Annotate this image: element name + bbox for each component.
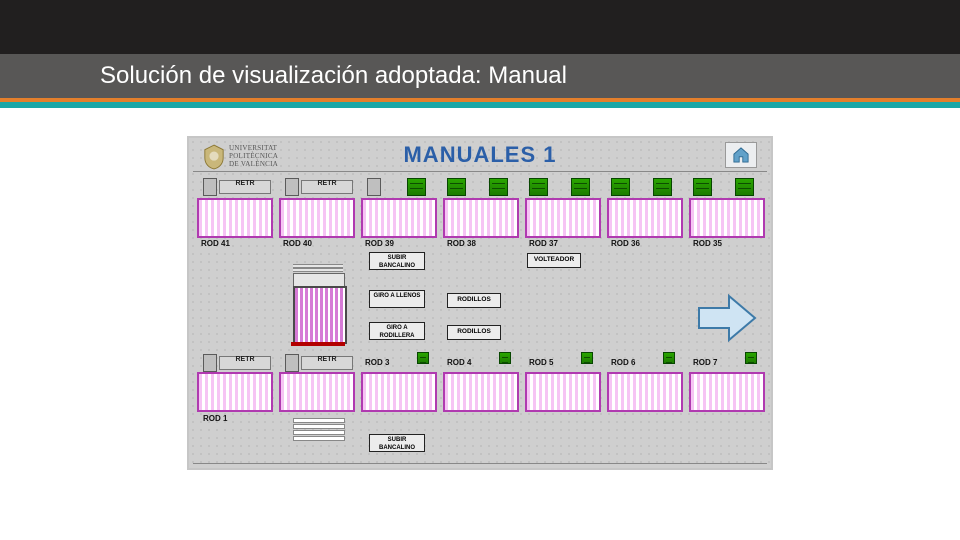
rodillos-button[interactable]: RODILLOS (447, 293, 501, 308)
giro-llenos-button[interactable]: GIRO A LLENOS (369, 290, 425, 308)
rod-label: ROD 5 (529, 358, 553, 367)
rack (689, 198, 765, 238)
sensor-green (489, 178, 508, 196)
rack (525, 372, 601, 412)
sensor-grey (203, 354, 217, 372)
rack (689, 372, 765, 412)
rod-label: ROD 1 (203, 414, 227, 423)
sensor-green (499, 352, 511, 364)
cage (293, 286, 347, 344)
sensor-green (693, 178, 712, 196)
retr-button[interactable]: RETR (219, 356, 271, 370)
sensor-green (735, 178, 754, 196)
sensor-green (447, 178, 466, 196)
giro-rodillera-button[interactable]: GIRO A RODILLERA (369, 322, 425, 340)
rack (197, 372, 273, 412)
sensor-grey (367, 178, 381, 196)
slide-title-band: Solución de visualización adoptada: Manu… (0, 54, 960, 98)
rod-label: ROD 41 (201, 239, 230, 248)
rod-label: ROD 3 (365, 358, 389, 367)
rack (279, 372, 355, 412)
hmi-title: MANUALES 1 (189, 142, 771, 168)
retr-button[interactable]: RETR (219, 180, 271, 194)
header-separator (193, 171, 767, 172)
sensor-green (529, 178, 548, 196)
rack (443, 198, 519, 238)
subir-bancalino-button[interactable]: SUBIR BANCALINO (369, 434, 425, 452)
sensor-green (663, 352, 675, 364)
rod-label: ROD 6 (611, 358, 635, 367)
home-button[interactable] (725, 142, 757, 168)
rack (443, 372, 519, 412)
volteador-button[interactable]: VOLTEADOR (527, 253, 581, 268)
slot (293, 424, 345, 429)
sensor-green (653, 178, 672, 196)
slot (293, 430, 345, 435)
rodillos-button[interactable]: RODILLOS (447, 325, 501, 340)
footer-separator (193, 463, 767, 464)
sensor-green (407, 178, 426, 196)
slide-title: Solución de visualización adoptada: Manu… (100, 62, 567, 90)
slot (293, 418, 345, 423)
sensor-green (417, 352, 429, 364)
sensor-green (571, 178, 590, 196)
cage-base (291, 342, 345, 346)
accent-teal (0, 102, 960, 108)
rack (607, 198, 683, 238)
cage-slot (293, 268, 343, 272)
rack (197, 198, 273, 238)
home-icon (732, 147, 750, 163)
rod-label: ROD 7 (693, 358, 717, 367)
sensor-green (611, 178, 630, 196)
rod-label: ROD 38 (447, 239, 476, 248)
rack (361, 372, 437, 412)
rod-label: ROD 39 (365, 239, 394, 248)
retr-button[interactable]: RETR (301, 356, 353, 370)
rod-label: ROD 4 (447, 358, 471, 367)
rod-label: ROD 36 (611, 239, 640, 248)
direction-arrow-icon (697, 294, 757, 342)
sensor-green (745, 352, 757, 364)
rod-label: ROD 35 (693, 239, 722, 248)
retr-button[interactable]: RETR (301, 180, 353, 194)
subir-bancalino-button[interactable]: SUBIR BANCALINO (369, 252, 425, 270)
hmi-panel: UNIVERSITAT POLITÈCNICA DE VALÈNCIA MANU… (187, 136, 773, 470)
sensor-green (581, 352, 593, 364)
rod-label: ROD 37 (529, 239, 558, 248)
rack (361, 198, 437, 238)
rack (607, 372, 683, 412)
sensor-grey (285, 178, 299, 196)
sensor-grey (285, 354, 299, 372)
sensor-grey (203, 178, 217, 196)
rack (279, 198, 355, 238)
slot (293, 436, 345, 441)
slide-top-bar (0, 0, 960, 54)
rod-label: ROD 40 (283, 239, 312, 248)
rack (525, 198, 601, 238)
